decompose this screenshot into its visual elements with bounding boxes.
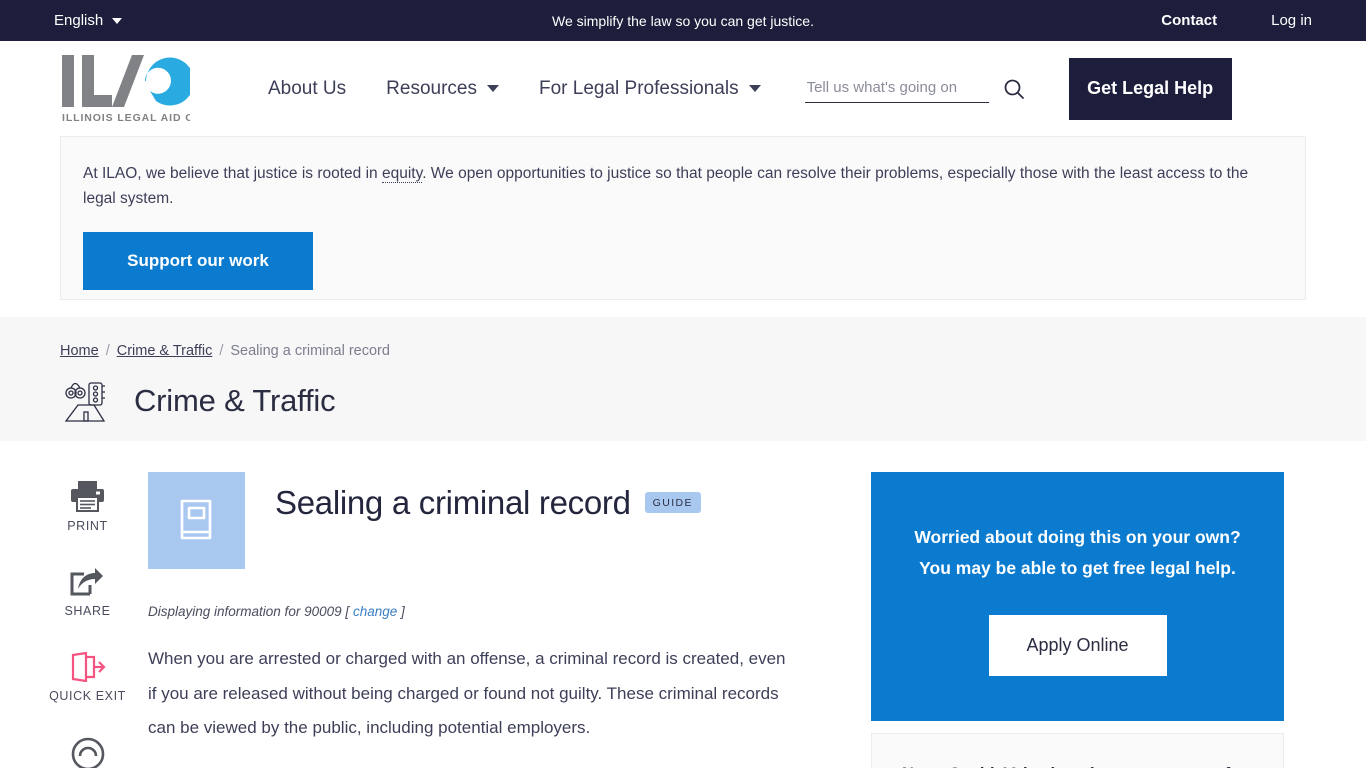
legal-help-card: Worried about doing this on your own? Yo… xyxy=(871,472,1284,721)
contact-link[interactable]: Contact xyxy=(1161,12,1217,29)
listen-action[interactable] xyxy=(71,737,105,768)
search-input[interactable] xyxy=(804,74,989,103)
chevron-down-icon xyxy=(486,85,499,92)
breadcrumb: Home / Crime & Traffic / Sealing a crimi… xyxy=(60,343,1366,359)
top-links: Contact Log in xyxy=(1161,12,1312,29)
zip-display-line: Displaying information for 90009 [ chang… xyxy=(148,604,835,619)
quick-exit-action[interactable]: QUICK EXIT xyxy=(49,652,126,703)
share-action[interactable]: SHARE xyxy=(64,567,110,618)
search-button[interactable] xyxy=(1003,78,1025,100)
language-label: English xyxy=(54,12,104,29)
breadcrumb-item-current: Sealing a criminal record xyxy=(230,343,390,359)
print-action[interactable]: PRINT xyxy=(67,480,108,533)
breadcrumb-separator: / xyxy=(105,343,110,359)
login-link[interactable]: Log in xyxy=(1271,12,1312,29)
listen-audio-icon xyxy=(71,737,104,768)
breadcrumb-item-crime-traffic[interactable]: Crime & Traffic xyxy=(117,343,213,359)
nav-label: Resources xyxy=(386,77,477,99)
equity-banner: At ILAO, we believe that justice is root… xyxy=(60,136,1306,300)
covid-note-card: Note: Covid-19 is changing many areas of xyxy=(871,733,1284,768)
ilao-logo[interactable]: ILLINOIS LEGAL AID ONLINE xyxy=(60,53,190,125)
article-body-paragraph: When you are arrested or charged with an… xyxy=(148,649,786,737)
site-header: ILLINOIS LEGAL AID ONLINE About Us Resou… xyxy=(0,41,1366,136)
rail-label: PRINT xyxy=(67,519,108,533)
bracket-open: [ xyxy=(345,604,350,619)
share-icon xyxy=(70,568,104,596)
language-selector[interactable]: English xyxy=(54,12,123,29)
nav-label: For Legal Professionals xyxy=(538,77,739,99)
nav-item-resources[interactable]: Resources xyxy=(386,78,499,100)
article-title-row: Sealing a criminal record GUIDE xyxy=(275,472,701,522)
covid-note-text: Note: Covid-19 is changing many areas of xyxy=(902,761,1253,768)
nav-item-about-us[interactable]: About Us xyxy=(268,78,346,100)
search-icon xyxy=(1004,79,1024,99)
breadcrumb-item-home[interactable]: Home xyxy=(60,343,99,359)
action-rail: PRINT SHARE QUICK EXIT xyxy=(40,472,135,768)
exit-door-icon xyxy=(71,652,106,682)
logo-subtitle: ILLINOIS LEGAL AID ONLINE xyxy=(62,112,190,124)
equity-statement: At ILAO, we believe that justice is root… xyxy=(83,161,1263,211)
right-sidebar: Worried about doing this on your own? Yo… xyxy=(871,472,1284,768)
top-utility-bar: English We simplify the law so you can g… xyxy=(0,0,1366,41)
printer-icon xyxy=(71,481,104,512)
rail-label: SHARE xyxy=(64,604,111,618)
equity-term[interactable]: equity xyxy=(381,165,423,183)
page-title: Sealing a criminal record xyxy=(275,484,631,521)
category-title: Crime & Traffic xyxy=(134,383,336,418)
equity-text-before: At ILAO, we believe that justice is root… xyxy=(83,165,382,182)
book-icon xyxy=(180,499,211,539)
help-card-line-2: You may be able to get free legal help. xyxy=(919,558,1236,579)
chevron-down-icon xyxy=(748,85,761,92)
nav-label: About Us xyxy=(268,77,347,99)
zip-value: 90009 xyxy=(304,604,342,619)
displaying-prefix: Displaying information for xyxy=(148,604,301,619)
main-navigation: About Us Resources For Legal Professiona… xyxy=(268,78,761,100)
article-header: Sealing a criminal record GUIDE xyxy=(148,472,835,569)
breadcrumb-band: Home / Crime & Traffic / Sealing a crimi… xyxy=(0,317,1366,441)
change-zip-link[interactable]: change xyxy=(353,604,397,619)
category-header: Crime & Traffic xyxy=(60,379,1366,423)
search-area xyxy=(804,74,1025,103)
chevron-down-icon xyxy=(112,17,123,24)
traffic-light-handcuffs-icon xyxy=(64,382,106,422)
breadcrumb-separator: / xyxy=(219,343,224,359)
page-content: PRINT SHARE QUICK EXIT Sealing a crimina… xyxy=(0,441,1366,768)
rail-label: QUICK EXIT xyxy=(49,689,126,703)
help-card-line-1: Worried about doing this on your own? xyxy=(914,527,1241,547)
support-our-work-button[interactable]: Support our work xyxy=(83,232,313,291)
article-thumbnail xyxy=(148,472,245,569)
logo-mark: ILLINOIS LEGAL AID ONLINE xyxy=(62,54,190,124)
article-main: Sealing a criminal record GUIDE Displayi… xyxy=(135,472,835,768)
get-legal-help-button[interactable]: Get Legal Help xyxy=(1068,57,1232,120)
guide-badge: GUIDE xyxy=(644,492,701,513)
bracket-close: ] xyxy=(401,604,405,619)
apply-online-button[interactable]: Apply Online xyxy=(988,615,1167,677)
nav-item-for-legal-professionals[interactable]: For Legal Professionals xyxy=(539,78,761,100)
